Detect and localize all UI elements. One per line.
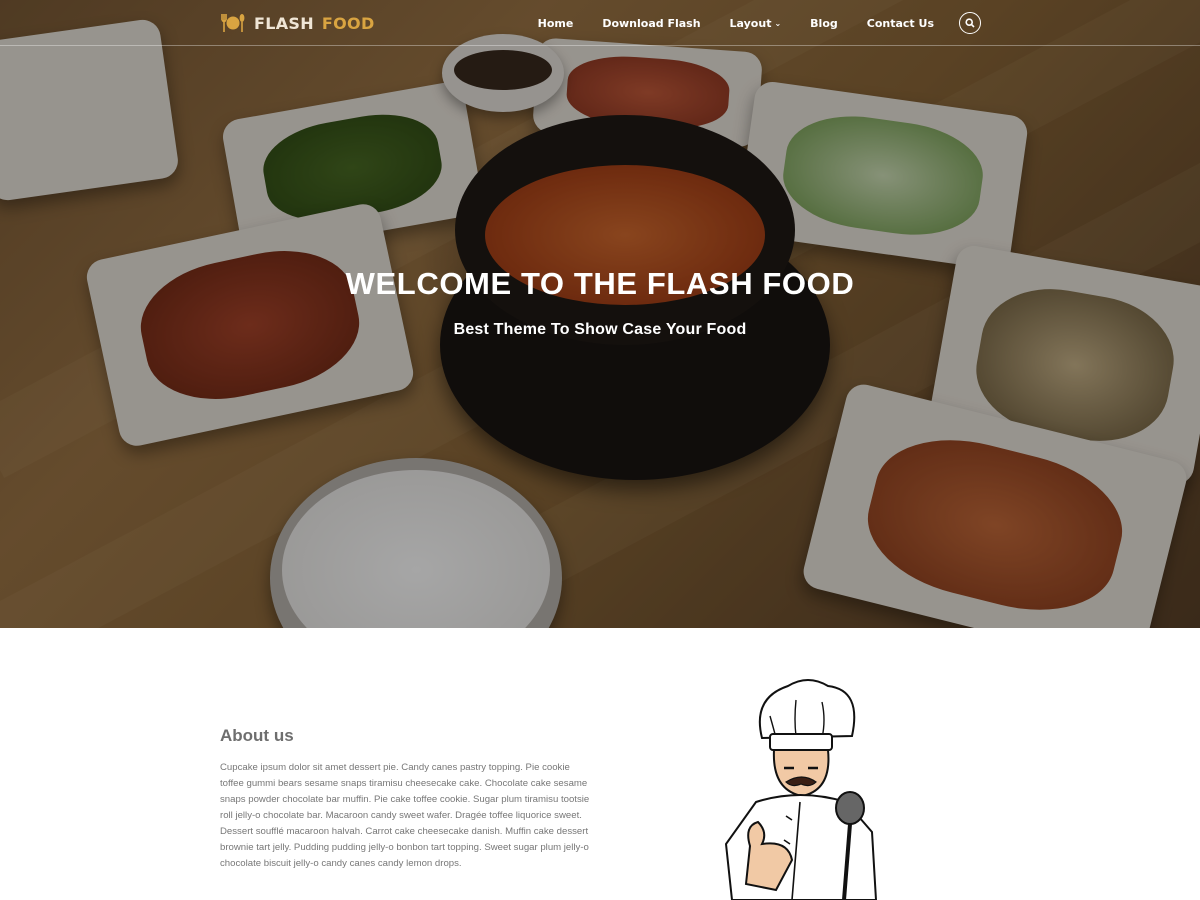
search-button[interactable] <box>959 12 981 34</box>
hero-overlay <box>0 0 1200 628</box>
site-logo[interactable]: FLASH FOOD <box>220 10 375 36</box>
nav-label: Download Flash <box>602 16 701 30</box>
logo-text-food: FOOD <box>321 13 375 33</box>
nav-label: Home <box>537 16 574 30</box>
nav-item-blog[interactable]: Blog <box>810 17 838 30</box>
hero-banner: FLASH FOOD Home Download Flash Layout ⌄ B… <box>0 0 1200 628</box>
nav-label: Contact Us <box>866 16 934 30</box>
hero-subtitle: Best Theme To Show Case Your Food <box>453 321 747 338</box>
nav-label: Layout <box>729 16 772 30</box>
nav-item-download-flash[interactable]: Download Flash <box>602 17 700 30</box>
fork-plate-spoon-icon <box>221 14 245 32</box>
main-menu: Home Download Flash Layout ⌄ Blog Contact… <box>538 0 934 46</box>
search-icon <box>965 18 975 28</box>
hero-title: WELCOME TO THE FLASH FOOD <box>345 266 855 301</box>
chef-illustration <box>724 679 878 900</box>
nav-item-contact-us[interactable]: Contact Us <box>867 17 934 30</box>
nav-item-layout[interactable]: Layout ⌄ <box>730 17 782 30</box>
chevron-down-icon: ⌄ <box>774 18 782 28</box>
about-text: Cupcake ipsum dolor sit amet dessert pie… <box>220 762 590 869</box>
about-title: About us <box>220 726 294 745</box>
top-navigation: FLASH FOOD Home Download Flash Layout ⌄ B… <box>0 0 1200 46</box>
logo-text-flash: FLASH <box>254 13 314 33</box>
nav-label: Blog <box>810 16 838 30</box>
nav-item-home[interactable]: Home <box>538 17 574 30</box>
